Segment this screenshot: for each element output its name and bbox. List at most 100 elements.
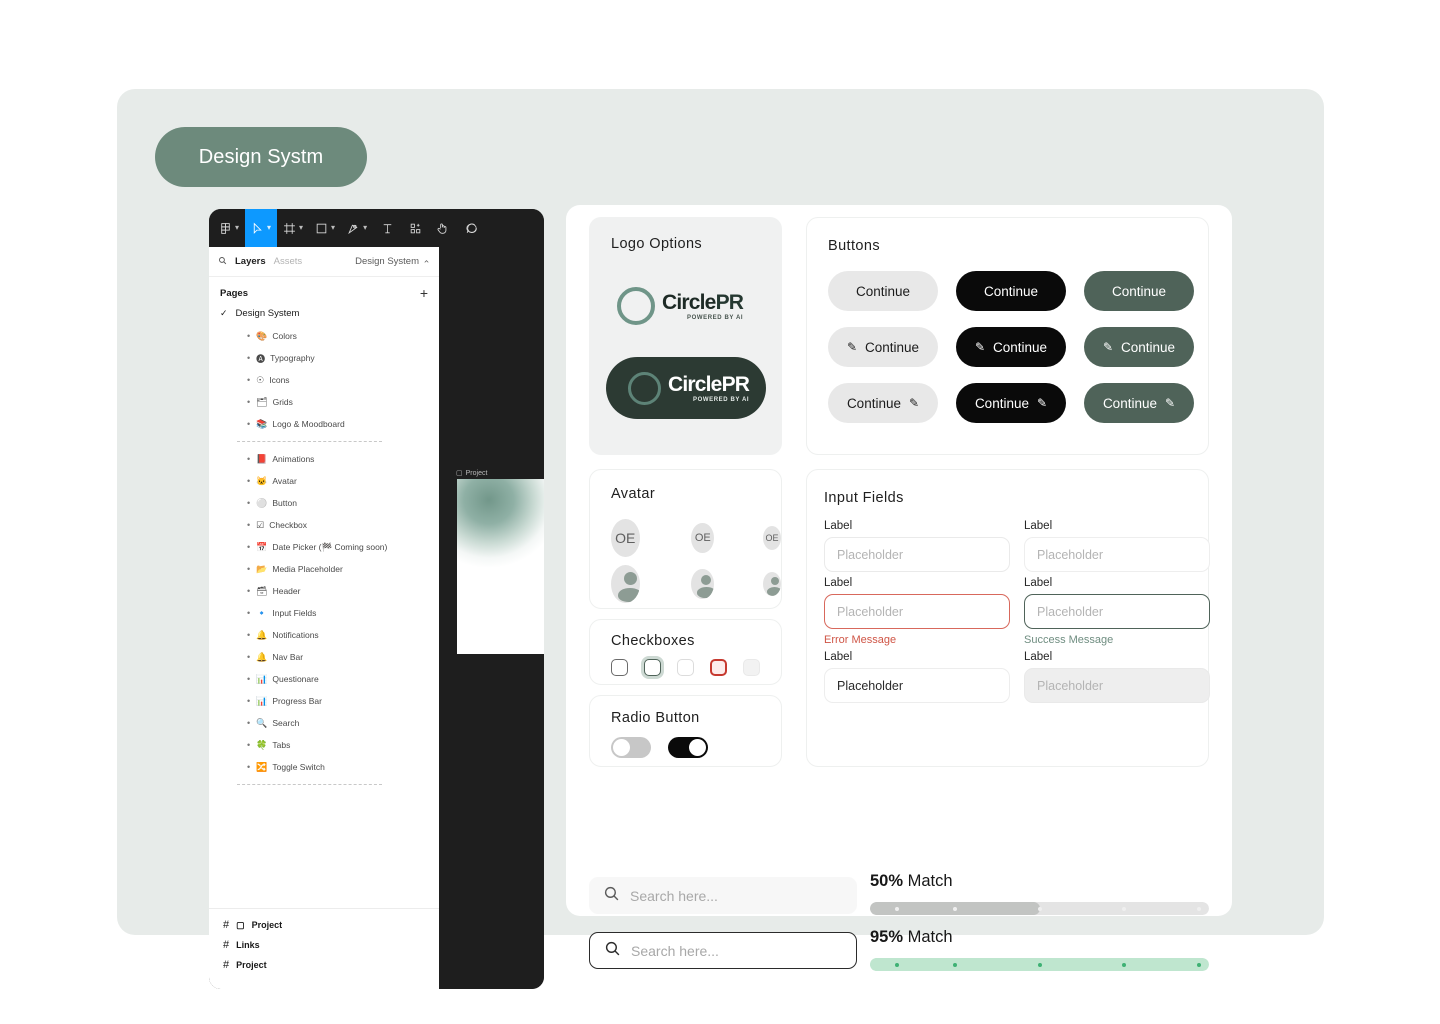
list-item[interactable]: • ⚪ Button <box>247 492 439 514</box>
search-icon[interactable] <box>218 256 227 268</box>
footer-item-project-2[interactable]: # Project <box>209 955 439 975</box>
avatar-placeholder[interactable] <box>762 572 781 596</box>
avatar[interactable]: OE <box>762 526 781 550</box>
canvas-frame-artwork[interactable] <box>457 479 544 654</box>
list-item[interactable]: • 🐱 Avatar <box>247 470 439 492</box>
list-item[interactable]: • 🔔 Nav Bar <box>247 646 439 668</box>
progress-bar[interactable] <box>870 958 1209 971</box>
list-item[interactable]: • 🗂 Grids <box>247 391 439 413</box>
list-item[interactable]: • 📚 Logo & Moodboard <box>247 413 439 435</box>
continue-button-trailing-icon[interactable]: Continue ✎ <box>1084 383 1194 423</box>
avatar-placeholder[interactable] <box>691 569 715 599</box>
list-item[interactable]: • 📊 Progress Bar <box>247 690 439 712</box>
list-item[interactable]: • 📂 Media Placeholder <box>247 558 439 580</box>
move-tool-icon[interactable]: ▾ <box>245 209 278 247</box>
toggle-row <box>611 737 781 758</box>
figma-canvas[interactable]: ▢ Project <box>439 247 544 989</box>
check-icon: ✓ <box>220 308 228 318</box>
input-default[interactable] <box>1024 537 1210 572</box>
progress-tick <box>1037 906 1042 911</box>
match-progress-50: 50% Match <box>870 872 1209 915</box>
components-tool-icon[interactable] <box>401 209 429 247</box>
list-item[interactable]: • 📅 Date Picker (🏁 Coming soon) <box>247 536 439 558</box>
input-filled[interactable] <box>824 668 1010 703</box>
checkbox-inactive[interactable] <box>677 659 694 676</box>
add-page-button[interactable]: + <box>420 285 428 301</box>
shape-tool-icon[interactable]: ▾ <box>309 209 341 247</box>
footer-item-project[interactable]: # ▢ Project <box>209 915 439 935</box>
avatar-title: Avatar <box>611 486 656 502</box>
progress-bar[interactable] <box>870 902 1209 915</box>
page-item-design-system[interactable]: ✓ Design System <box>209 305 439 325</box>
list-item[interactable]: • 📕 Animations <box>247 448 439 470</box>
input-error[interactable] <box>824 594 1010 629</box>
list-item[interactable]: • ☑ Checkbox <box>247 514 439 536</box>
bullet-icon: • <box>247 498 251 508</box>
pen-tool-icon[interactable]: ▾ <box>341 209 373 247</box>
document-name: Design System <box>355 256 419 267</box>
search-icon <box>604 940 621 962</box>
avatar[interactable]: OE <box>611 519 640 557</box>
frame-tool-icon[interactable]: ▾ <box>277 209 309 247</box>
wordmark-pr: PR <box>721 372 750 396</box>
avatar[interactable]: OE <box>691 523 715 553</box>
figma-menu-icon[interactable]: ▾ <box>213 209 245 247</box>
list-item[interactable]: • 🗃 Header <box>247 580 439 602</box>
continue-button-leading-icon[interactable]: ✎ Continue <box>956 327 1066 367</box>
canvas-frame-label: ▢ Project <box>456 469 487 478</box>
checkbox-error[interactable] <box>710 659 727 676</box>
person-icon-head <box>770 576 779 585</box>
list-item[interactable]: • 🔔 Notifications <box>247 624 439 646</box>
document-name-dropdown[interactable]: Design System <box>355 256 430 267</box>
layer-emoji-icon: ⚪ <box>256 497 268 508</box>
continue-button-leading-icon[interactable]: ✎ Continue <box>1084 327 1194 367</box>
continue-button[interactable]: Continue <box>828 271 938 311</box>
input-group-error: Label Error Message <box>824 577 1010 646</box>
tab-layers[interactable]: Layers <box>235 256 266 267</box>
buttons-card: Buttons Continue Continue Continue ✎ Con… <box>806 217 1209 455</box>
layer-label: Date Picker (🏁 Coming soon) <box>272 541 388 552</box>
list-item[interactable]: • 🎨 Colors <box>247 325 439 347</box>
continue-button[interactable]: Continue <box>1084 271 1194 311</box>
list-item[interactable]: • ☉ Icons <box>247 369 439 391</box>
continue-button-leading-icon[interactable]: ✎ Continue <box>828 327 938 367</box>
layer-emoji-icon: 🔀 <box>256 761 268 772</box>
layer-emoji-icon: 🐱 <box>256 475 268 486</box>
search-input[interactable] <box>631 942 831 959</box>
list-item[interactable]: • 🍀 Tabs <box>247 734 439 756</box>
continue-button-trailing-icon[interactable]: Continue ✎ <box>828 383 938 423</box>
footer-item-links[interactable]: # Links <box>209 935 439 955</box>
input-default[interactable] <box>824 537 1010 572</box>
pages-header: Pages + <box>209 277 439 305</box>
bullet-icon: • <box>247 353 251 363</box>
tab-assets[interactable]: Assets <box>274 256 303 267</box>
layer-emoji-icon: 🔔 <box>256 651 268 662</box>
checkbox-focused[interactable] <box>644 659 661 676</box>
input-success[interactable] <box>1024 594 1210 629</box>
avatar-placeholder[interactable] <box>611 565 640 603</box>
text-tool-icon[interactable] <box>373 209 401 247</box>
search-input[interactable] <box>630 887 830 904</box>
logo-tagline: POWERED BY AI <box>687 314 744 321</box>
input-group-default-left: Label <box>824 520 1010 572</box>
bullet-icon: • <box>247 696 251 706</box>
list-item[interactable]: • 🔹 Input Fields <box>247 602 439 624</box>
checkbox-default[interactable] <box>611 659 628 676</box>
list-item[interactable]: • 🅐 Typography <box>247 347 439 369</box>
logo-light-variant: CirclePR POWERED BY AI <box>617 287 744 325</box>
continue-button-trailing-icon[interactable]: Continue ✎ <box>956 383 1066 423</box>
match-word: Match <box>907 928 953 946</box>
comment-tool-icon[interactable] <box>457 209 485 247</box>
toggle-switch-on[interactable] <box>668 737 708 758</box>
search-field-filled[interactable] <box>589 877 857 914</box>
list-item[interactable]: • 📊 Questionare <box>247 668 439 690</box>
search-field-outlined[interactable] <box>589 932 857 969</box>
list-item[interactable]: • 🔀 Toggle Switch <box>247 756 439 778</box>
hand-tool-icon[interactable] <box>429 209 457 247</box>
bullet-icon: • <box>247 630 251 640</box>
toggle-switch-off[interactable] <box>611 737 651 758</box>
continue-button[interactable]: Continue <box>956 271 1066 311</box>
list-item[interactable]: • 🔍 Search <box>247 712 439 734</box>
layer-emoji-icon: 🅐 <box>256 353 266 364</box>
circle-logo-icon <box>628 371 661 405</box>
